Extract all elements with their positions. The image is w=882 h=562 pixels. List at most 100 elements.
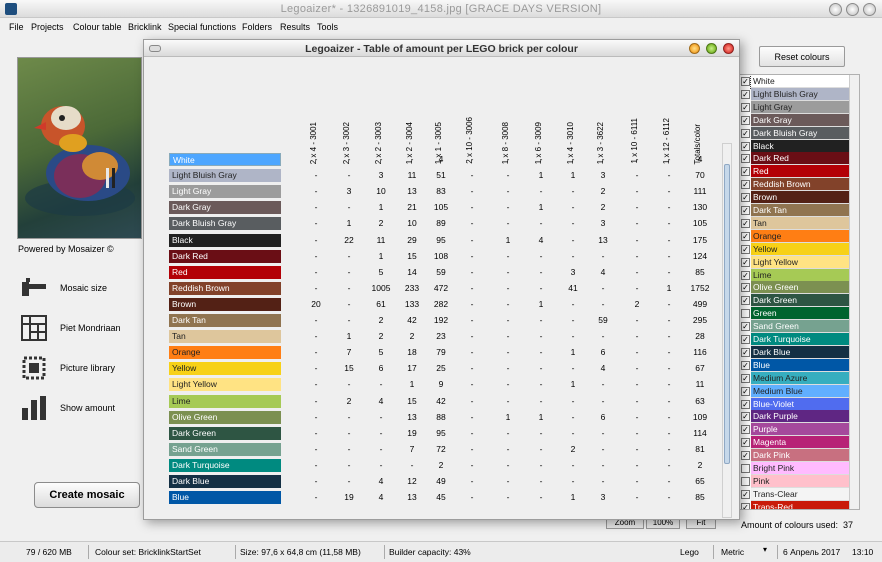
colour-checkbox[interactable]: ✓ bbox=[741, 360, 750, 370]
table-cell: - bbox=[571, 202, 575, 213]
colour-list-item[interactable]: ✓ Blue-Violet bbox=[740, 397, 850, 411]
colour-list-item[interactable]: ✓ White bbox=[740, 75, 850, 89]
colour-checkbox[interactable]: ✓ bbox=[741, 412, 750, 422]
colour-list-item[interactable]: ✓ Trans-Clear bbox=[740, 487, 850, 501]
create-mosaic-button[interactable]: Create mosaic bbox=[34, 482, 140, 508]
unit-dropdown-icon[interactable]: ▾ bbox=[763, 545, 767, 554]
colour-checkbox[interactable]: ✓ bbox=[741, 218, 750, 228]
colour-checkbox[interactable]: ✓ bbox=[741, 257, 750, 267]
colour-list-item[interactable]: ✓ Black bbox=[740, 139, 850, 153]
maximize-button[interactable] bbox=[846, 3, 859, 16]
colour-list-item[interactable]: Bright Pink bbox=[740, 462, 850, 475]
colour-list-item[interactable]: ✓ Magenta bbox=[740, 436, 850, 450]
colour-list-item[interactable]: ✓ Reddish Brown bbox=[740, 178, 850, 192]
colour-list-item[interactable]: ✓ Medium Azure bbox=[740, 371, 850, 385]
colour-checkbox[interactable]: ✓ bbox=[741, 141, 750, 151]
colour-name: Tan bbox=[753, 217, 767, 228]
colour-checkbox[interactable] bbox=[741, 476, 750, 486]
colour-list-item[interactable]: ✓ Orange bbox=[740, 229, 850, 243]
colour-checkbox[interactable]: ✓ bbox=[741, 347, 750, 357]
colour-checkbox[interactable]: ✓ bbox=[741, 335, 750, 344]
colour-list-item[interactable]: ✓ Blue bbox=[740, 358, 850, 372]
dialog-maximize-button[interactable] bbox=[706, 43, 717, 54]
colour-checkbox[interactable] bbox=[741, 309, 750, 319]
colour-list-item[interactable]: Pink bbox=[740, 474, 850, 488]
menu-colour-table[interactable]: Colour table bbox=[73, 22, 122, 32]
colour-list-item[interactable]: Green bbox=[740, 307, 850, 321]
colour-checkbox[interactable]: ✓ bbox=[741, 270, 750, 280]
colour-checkbox[interactable]: ✓ bbox=[741, 167, 750, 177]
colour-list[interactable]: ✓ White ✓ Light Bluish Gray ✓ Light Gray ✓ Dark… bbox=[739, 74, 860, 510]
colour-list-item[interactable]: ✓ Dark Gray bbox=[740, 113, 850, 127]
colour-list-item[interactable]: ✓ Medium Blue bbox=[740, 384, 850, 398]
colour-list-item[interactable]: ✓ Dark Tan bbox=[740, 204, 850, 217]
menu-folders[interactable]: Folders bbox=[242, 22, 272, 32]
colour-list-item[interactable]: ✓ Dark Blue bbox=[740, 345, 850, 359]
dialog-scrollbar[interactable] bbox=[722, 143, 732, 518]
close-button[interactable] bbox=[863, 3, 876, 16]
dialog-close-button[interactable] bbox=[723, 43, 734, 54]
colour-list-item[interactable]: ✓ Lime bbox=[740, 268, 850, 282]
colour-checkbox[interactable]: ✓ bbox=[741, 180, 750, 190]
colour-list-item[interactable]: ✓ Purple bbox=[740, 423, 850, 437]
colour-checkbox[interactable]: ✓ bbox=[741, 296, 750, 306]
colour-checkbox[interactable]: ✓ bbox=[741, 244, 750, 254]
colour-checkbox[interactable]: ✓ bbox=[741, 154, 750, 164]
colour-list-item[interactable]: ✓ Light Bluish Gray bbox=[740, 87, 850, 101]
colour-checkbox[interactable]: ✓ bbox=[741, 102, 750, 112]
colour-list-item[interactable]: ✓ Olive Green bbox=[740, 281, 850, 295]
colour-checkbox[interactable]: ✓ bbox=[741, 322, 750, 332]
show-amount-tool[interactable]: Show amount bbox=[20, 394, 140, 424]
colour-checkbox[interactable]: ✓ bbox=[741, 283, 750, 293]
menu-special-functions[interactable]: Special functions bbox=[168, 22, 236, 32]
colour-checkbox[interactable]: ✓ bbox=[741, 206, 750, 215]
colour-checkbox[interactable]: ✓ bbox=[741, 438, 750, 448]
colour-list-item[interactable]: ✓ Light Gray bbox=[740, 100, 850, 114]
colour-checkbox[interactable]: ✓ bbox=[741, 231, 750, 241]
colour-checkbox[interactable]: ✓ bbox=[741, 386, 750, 396]
colour-list-item[interactable]: ✓ Sand Green bbox=[740, 320, 850, 334]
colour-checkbox[interactable] bbox=[741, 464, 750, 473]
colour-list-item[interactable]: ✓ Dark Turquoise bbox=[740, 333, 850, 346]
table-cell: - bbox=[314, 492, 318, 503]
colour-list-scrollbar[interactable] bbox=[849, 75, 859, 509]
picture-library-tool[interactable]: Picture library bbox=[20, 354, 140, 384]
scrollbar-thumb[interactable] bbox=[724, 164, 730, 464]
colour-checkbox[interactable]: ✓ bbox=[741, 77, 750, 86]
colour-list-item[interactable]: ✓ Trans-Red bbox=[740, 500, 850, 509]
colour-list-item[interactable]: ✓ Brown bbox=[740, 191, 850, 205]
menu-projects[interactable]: Projects bbox=[31, 22, 64, 32]
minimize-button[interactable] bbox=[829, 3, 842, 16]
colour-checkbox[interactable]: ✓ bbox=[741, 373, 750, 383]
colour-checkbox[interactable]: ✓ bbox=[741, 128, 750, 138]
colour-list-item[interactable]: ✓ Dark Purple bbox=[740, 410, 850, 424]
colour-list-item[interactable]: ✓ Dark Pink bbox=[740, 449, 850, 463]
mosaic-size-tool[interactable]: Mosaic size bbox=[20, 274, 140, 304]
dialog-minimize-button[interactable] bbox=[689, 43, 700, 54]
colour-list-item[interactable]: ✓ Dark Green bbox=[740, 294, 850, 308]
colour-list-item[interactable]: ✓ Light Yellow bbox=[740, 255, 850, 269]
colour-checkbox[interactable]: ✓ bbox=[741, 425, 750, 435]
colour-checkbox[interactable]: ✓ bbox=[741, 193, 750, 203]
menu-tools[interactable]: Tools bbox=[317, 22, 338, 32]
table-cell: 61 bbox=[376, 298, 386, 309]
colour-checkbox[interactable]: ✓ bbox=[741, 489, 750, 499]
table-cell: - bbox=[470, 427, 474, 438]
colour-list-item[interactable]: ✓ Dark Red bbox=[740, 152, 850, 166]
colour-list-item[interactable]: ✓ Tan bbox=[740, 216, 850, 230]
menu-results[interactable]: Results bbox=[280, 22, 310, 32]
colour-checkbox[interactable]: ✓ bbox=[741, 502, 750, 509]
menu-bricklink[interactable]: Bricklink bbox=[128, 22, 162, 32]
source-photo[interactable] bbox=[17, 57, 142, 239]
colour-list-item[interactable]: ✓ Dark Bluish Gray bbox=[740, 126, 850, 140]
colour-checkbox[interactable]: ✓ bbox=[741, 399, 750, 409]
colour-checkbox[interactable]: ✓ bbox=[741, 89, 750, 99]
colour-list-item[interactable]: ✓ Red bbox=[740, 165, 850, 179]
status-unit[interactable]: Metric bbox=[721, 547, 744, 557]
colour-list-item[interactable]: ✓ Yellow bbox=[740, 242, 850, 256]
menu-file[interactable]: File bbox=[9, 22, 24, 32]
colour-checkbox[interactable]: ✓ bbox=[741, 451, 750, 461]
piet-mondriaan-tool[interactable]: Piet Mondriaan bbox=[20, 314, 140, 344]
reset-colours-button[interactable]: Reset colours bbox=[759, 46, 845, 67]
colour-checkbox[interactable]: ✓ bbox=[741, 115, 750, 125]
